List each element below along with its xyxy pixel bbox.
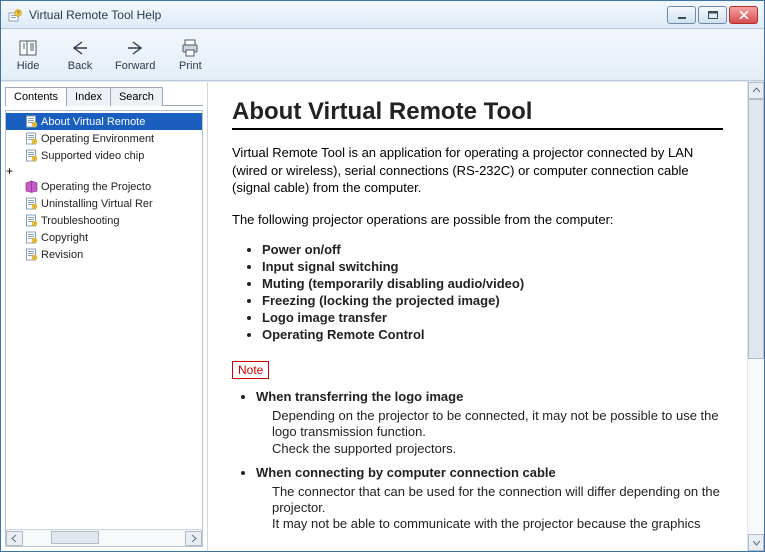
page-icon: ? (24, 231, 38, 245)
forward-label: Forward (115, 60, 155, 72)
vscroll-track[interactable] (748, 99, 764, 534)
scroll-track[interactable] (23, 531, 185, 546)
scroll-left-arrow-icon[interactable] (6, 531, 23, 546)
note-label: Note (232, 361, 269, 379)
tree-item-label: Operating the Projecto (41, 181, 151, 193)
print-icon (179, 37, 201, 59)
forward-button[interactable]: Forward (115, 37, 155, 72)
tab-index[interactable]: Index (66, 87, 111, 106)
back-icon (69, 37, 91, 59)
help-window: ? Virtual Remote Tool Help Hide (0, 0, 765, 552)
book-icon (24, 180, 38, 194)
tree-item-label: Troubleshooting (41, 215, 119, 227)
note-title: When transferring the logo image (256, 389, 723, 404)
tree-item-label: About Virtual Remote (41, 116, 145, 128)
ops-lead: The following projector operations are p… (232, 211, 723, 229)
hide-icon (17, 37, 39, 59)
notes-list: When transferring the logo image Dependin… (240, 389, 723, 533)
tree-horizontal-scrollbar[interactable] (6, 529, 202, 546)
operation-item: Freezing (locking the projected image) (262, 292, 723, 309)
operation-item: Logo image transfer (262, 309, 723, 326)
tree-item-label: Revision (41, 249, 83, 261)
tab-contents[interactable]: Contents (5, 87, 67, 106)
hide-button[interactable]: Hide (11, 37, 45, 72)
content-body: About Virtual Remote Tool Virtual Remote… (208, 82, 747, 551)
operation-item: Power on/off (262, 241, 723, 258)
forward-icon (124, 37, 146, 59)
page-icon: ? (24, 214, 38, 228)
navigation-pane: Contents Index Search ?About Virtual Rem… (1, 82, 208, 551)
vscroll-thumb[interactable] (748, 99, 764, 359)
workspace: Contents Index Search ?About Virtual Rem… (1, 81, 764, 551)
print-label: Print (179, 60, 202, 72)
intro-paragraph: Virtual Remote Tool is an application fo… (232, 144, 723, 197)
back-label: Back (68, 60, 92, 72)
tree-item[interactable]: ?Troubleshooting (6, 212, 202, 229)
close-button[interactable] (729, 6, 758, 24)
window-title: Virtual Remote Tool Help (29, 8, 667, 22)
maximize-button[interactable] (698, 6, 727, 24)
toolbar: Hide Back Forward Print (1, 29, 764, 81)
tree-item-label: Supported video chip (41, 150, 144, 162)
scroll-up-arrow-icon[interactable] (748, 82, 764, 99)
tree-item[interactable]: ?Operating Environment (6, 130, 202, 147)
note-item: When connecting by computer connection c… (256, 465, 723, 533)
content-pane: About Virtual Remote Tool Virtual Remote… (208, 82, 764, 551)
scroll-thumb[interactable] (51, 531, 99, 544)
note-item: When transferring the logo image Dependin… (256, 389, 723, 457)
contents-tree: ?About Virtual Remote?Operating Environm… (5, 110, 203, 547)
page-title: About Virtual Remote Tool (232, 98, 723, 130)
minimize-button[interactable] (667, 6, 696, 24)
titlebar: ? Virtual Remote Tool Help (1, 1, 764, 29)
expand-toggle[interactable]: + (6, 164, 202, 178)
operation-item: Operating Remote Control (262, 326, 723, 343)
app-icon: ? (7, 7, 23, 23)
back-button[interactable]: Back (63, 37, 97, 72)
tab-search[interactable]: Search (110, 87, 163, 106)
page-icon: ? (24, 197, 38, 211)
content-vertical-scrollbar[interactable] (747, 82, 764, 551)
page-icon: ? (24, 115, 38, 129)
operations-list: Power on/offInput signal switchingMuting… (232, 241, 723, 343)
hide-label: Hide (17, 60, 40, 72)
tree-item[interactable]: ?About Virtual Remote (6, 113, 202, 130)
tree-item[interactable]: Operating the Projecto (6, 178, 202, 195)
svg-text:?: ? (16, 11, 19, 17)
scroll-right-arrow-icon[interactable] (185, 531, 202, 546)
operation-item: Muting (temporarily disabling audio/vide… (262, 275, 723, 292)
tree-item[interactable]: ?Revision (6, 246, 202, 263)
tree-item-label: Copyright (41, 232, 88, 244)
tree-item[interactable]: ?Supported video chip (6, 147, 202, 164)
page-icon: ? (24, 248, 38, 262)
operation-item: Input signal switching (262, 258, 723, 275)
tree-item-label: Uninstalling Virtual Rer (41, 198, 153, 210)
window-controls (667, 6, 758, 24)
page-icon: ? (24, 132, 38, 146)
print-button[interactable]: Print (173, 37, 207, 72)
note-title: When connecting by computer connection c… (256, 465, 723, 480)
tree-item[interactable]: ?Uninstalling Virtual Rer (6, 195, 202, 212)
page-icon: ? (24, 149, 38, 163)
scroll-down-arrow-icon[interactable] (748, 534, 764, 551)
note-body: The connector that can be used for the c… (272, 484, 723, 533)
nav-tabs: Contents Index Search (5, 86, 203, 106)
tree-item[interactable]: ?Copyright (6, 229, 202, 246)
tree-item-label: Operating Environment (41, 133, 154, 145)
note-body: Depending on the projector to be connect… (272, 408, 723, 457)
